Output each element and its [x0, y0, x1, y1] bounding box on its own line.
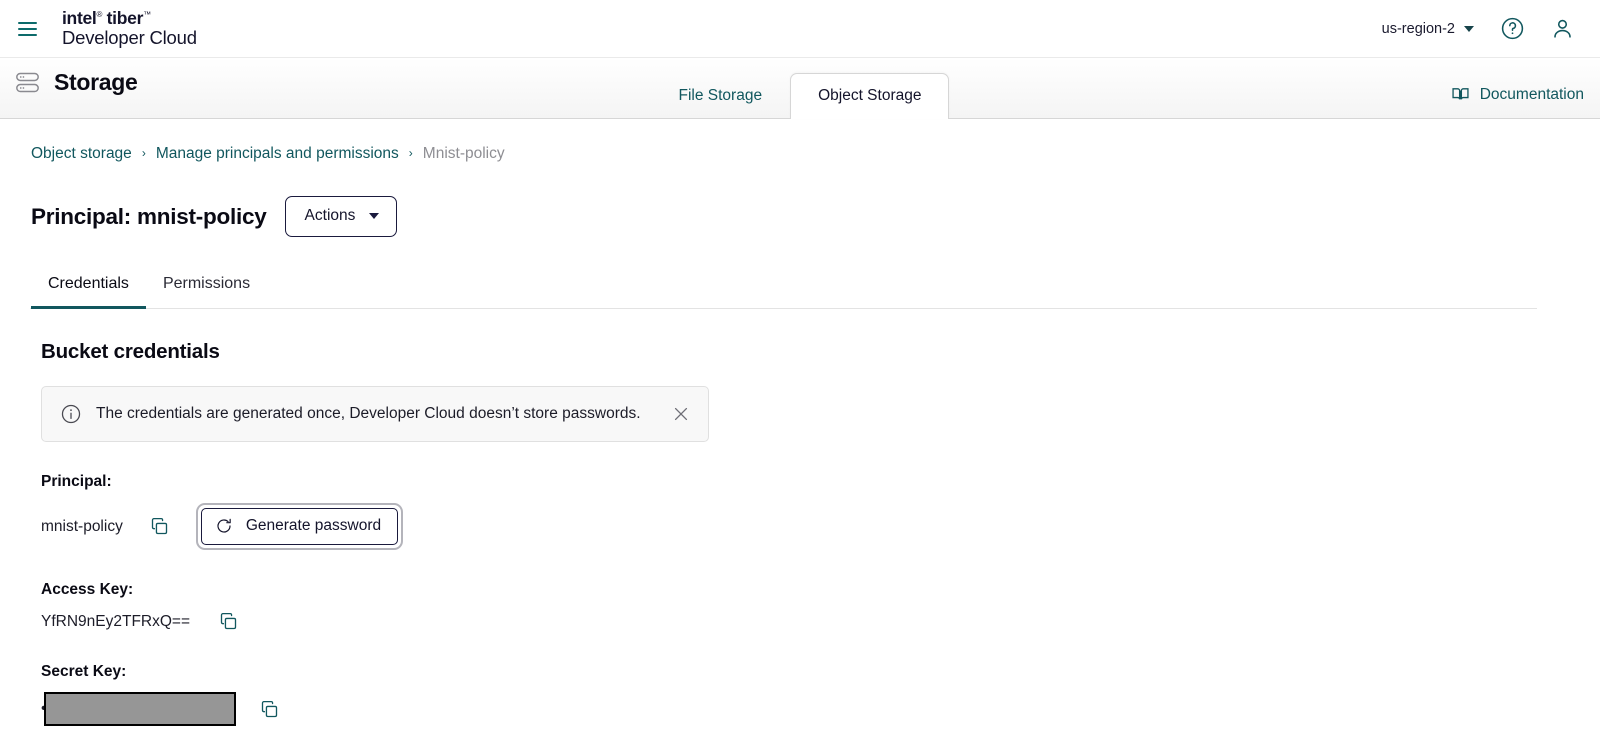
storage-tabs: File Storage Object Storage	[0, 72, 1600, 118]
tab-object-storage[interactable]: Object Storage	[790, 73, 949, 119]
actions-button-label: Actions	[305, 207, 356, 225]
tab-file-storage[interactable]: File Storage	[651, 73, 791, 119]
documentation-label: Documentation	[1480, 86, 1584, 104]
copy-icon[interactable]	[149, 516, 170, 537]
brand-name-bottom: Developer Cloud	[62, 28, 197, 47]
brand-intel-text: intel	[62, 8, 96, 28]
page-section-title: Storage	[54, 69, 138, 96]
help-circle-icon[interactable]	[1492, 9, 1532, 49]
breadcrumb-separator: ›	[409, 147, 413, 159]
breadcrumb-item-object-storage[interactable]: Object storage	[31, 145, 132, 163]
access-key-label: Access Key:	[41, 581, 1570, 599]
access-key-value: YfRN9nEy2TFRxQ==	[41, 613, 190, 631]
main-content: Object storage › Manage principals and p…	[0, 119, 1600, 726]
breadcrumb-item-manage-principals[interactable]: Manage principals and permissions	[156, 145, 399, 163]
info-circle-icon	[60, 403, 82, 425]
secret-key-row: ••••••••••••••••••••••	[41, 692, 1570, 726]
brand-logo: intel® tiber™ Developer Cloud	[62, 9, 197, 48]
page-title: Principal: mnist-policy	[31, 204, 267, 230]
generate-password-focus-ring: Generate password	[196, 503, 403, 550]
book-icon	[1450, 84, 1471, 105]
principal-value: mnist-policy	[41, 518, 123, 536]
breadcrumb-separator: ›	[142, 147, 146, 159]
page-title-row: Principal: mnist-policy Actions	[30, 196, 1570, 237]
secret-key-label: Secret Key:	[41, 663, 1570, 681]
breadcrumb-item-current: Mnist-policy	[423, 145, 505, 163]
actions-button[interactable]: Actions	[285, 196, 398, 237]
principal-label: Principal:	[41, 473, 1570, 491]
header-right-group: us-region-2	[1374, 9, 1582, 49]
principal-row: mnist-policy Generate password	[41, 503, 1570, 550]
documentation-link[interactable]: Documentation	[1450, 84, 1584, 118]
info-banner-message: The credentials are generated once, Deve…	[96, 405, 656, 423]
secret-key-holder: ••••••••••••••••••••••	[41, 692, 239, 726]
refresh-circular-icon	[215, 517, 233, 535]
close-x-icon[interactable]	[670, 403, 692, 425]
tab-permissions[interactable]: Permissions	[146, 267, 267, 309]
copy-icon[interactable]	[259, 699, 280, 720]
chevron-down-icon	[369, 213, 379, 219]
detail-tabs: Credentials Permissions	[30, 267, 1537, 309]
chevron-down-icon	[1464, 26, 1474, 32]
user-account-icon[interactable]	[1542, 9, 1582, 49]
region-label: us-region-2	[1382, 21, 1455, 37]
brand-registered-mark: ®	[96, 10, 102, 19]
brand-trademark-mark: ™	[143, 10, 151, 19]
tab-credentials[interactable]: Credentials	[31, 267, 146, 309]
brand-tiber-text: tiber	[107, 8, 143, 28]
section-heading-group: Storage	[14, 58, 138, 118]
hamburger-menu-icon[interactable]	[14, 16, 40, 42]
copy-icon[interactable]	[218, 611, 239, 632]
storage-stack-icon	[14, 69, 41, 96]
region-selector[interactable]: us-region-2	[1374, 15, 1482, 43]
section-bar: Storage File Storage Object Storage Docu…	[0, 58, 1600, 119]
secret-key-redaction-overlay	[44, 692, 236, 726]
credentials-panel: Bucket credentials The credentials are g…	[30, 340, 1570, 726]
access-key-row: YfRN9nEy2TFRxQ==	[41, 611, 1570, 632]
bucket-credentials-title: Bucket credentials	[41, 340, 1570, 364]
brand-name-top: intel® tiber™	[62, 9, 197, 27]
generate-password-button[interactable]: Generate password	[201, 508, 398, 545]
top-header: intel® tiber™ Developer Cloud us-region-…	[0, 0, 1600, 58]
generate-password-label: Generate password	[246, 517, 381, 535]
info-banner: The credentials are generated once, Deve…	[41, 386, 709, 442]
breadcrumb: Object storage › Manage principals and p…	[30, 119, 1570, 163]
